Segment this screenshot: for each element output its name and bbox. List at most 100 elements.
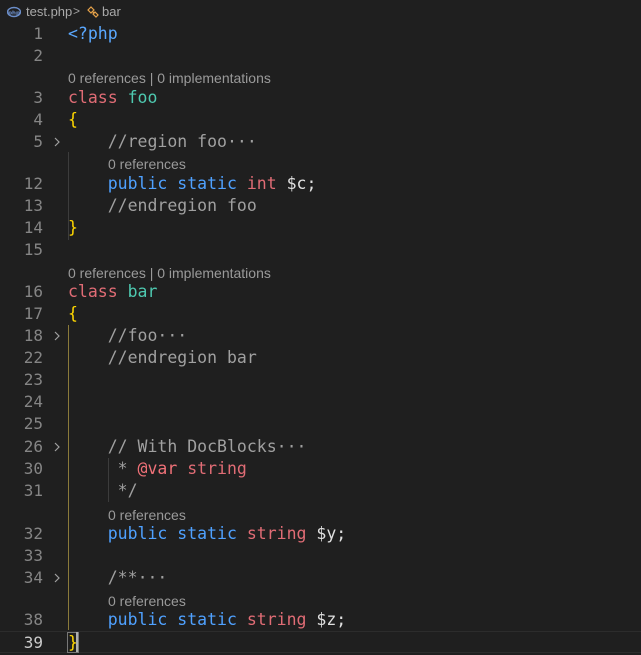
code-token: public — [107, 524, 168, 543]
code-text: class bar — [68, 281, 157, 303]
code-token: class — [68, 282, 118, 301]
code-line[interactable]: 1 <?php — [0, 23, 641, 45]
code-text: //endregion bar — [68, 347, 257, 369]
code-token: static — [177, 610, 237, 629]
code-line[interactable]: 25 — [0, 413, 641, 435]
code-editor[interactable]: 0 references | 0 implementations 0 refer… — [0, 0, 641, 655]
code-token: class — [68, 88, 118, 107]
code-line[interactable]: 17 { — [0, 303, 641, 325]
code-token: //foo — [107, 326, 158, 345]
code-token: foo — [127, 88, 158, 107]
code-token: */ — [117, 481, 138, 500]
code-line[interactable]: 24 — [0, 391, 641, 413]
code-line[interactable]: 12 public static int $c; — [0, 173, 641, 195]
code-token: <?php — [68, 24, 118, 43]
codelens-prop-y[interactable]: 0 references — [108, 507, 186, 523]
code-token: ··· — [157, 326, 188, 345]
code-text: //foo··· — [68, 325, 187, 347]
code-token: int — [246, 174, 277, 193]
codelens-prop-c[interactable]: 0 references — [108, 156, 186, 172]
line-number: 32 — [23, 524, 43, 543]
fold-chevron-icon[interactable] — [53, 442, 61, 452]
codelens-class-bar[interactable]: 0 references | 0 implementations — [68, 265, 271, 281]
code-line[interactable]: 26 // With DocBlocks··· — [0, 436, 641, 458]
code-token: ··· — [137, 568, 168, 587]
line-number: 25 — [23, 414, 43, 433]
code-token: { — [68, 304, 78, 323]
line-number: 15 — [23, 240, 43, 259]
code-token: ··· — [226, 132, 257, 151]
code-token: //endregion foo — [107, 196, 257, 215]
code-token: //region foo — [107, 132, 227, 151]
code-text: { — [68, 109, 78, 131]
code-line[interactable]: 31 */ — [0, 480, 641, 502]
code-line[interactable]: 38 public static string $z; — [0, 609, 641, 631]
line-number: 2 — [33, 46, 43, 65]
line-number: 39 — [23, 633, 43, 652]
code-line[interactable]: 4{ — [0, 109, 641, 131]
codelens-prop-z[interactable]: 0 references — [108, 593, 186, 609]
code-text: public static string $z; — [68, 609, 346, 631]
code-token: public — [107, 610, 168, 629]
code-line[interactable]: 16 class bar — [0, 281, 641, 303]
code-line[interactable]: 13 //endregion foo — [0, 195, 641, 217]
code-line[interactable]: 30 * @var string — [0, 458, 641, 480]
line-number: 3 — [33, 88, 43, 107]
line-number: 13 — [23, 196, 43, 215]
code-token: * — [117, 459, 138, 478]
line-number: 12 — [23, 174, 43, 193]
code-line[interactable]: 2 — [0, 45, 641, 67]
code-token: static — [177, 174, 237, 193]
code-line[interactable]: 3 class foo — [0, 87, 641, 109]
code-token: string — [246, 610, 307, 629]
code-line[interactable]: 14} — [0, 217, 641, 239]
line-number: 30 — [23, 459, 43, 478]
code-line[interactable]: 15 — [0, 239, 641, 261]
code-line[interactable]: 39} — [0, 631, 641, 653]
code-token: public — [107, 174, 168, 193]
code-line[interactable]: 18 //foo··· — [0, 325, 641, 347]
code-line[interactable]: 33 — [0, 545, 641, 567]
line-number: 16 — [23, 282, 43, 301]
code-line[interactable]: 34 /**··· — [0, 567, 641, 589]
fold-chevron-icon[interactable] — [53, 573, 61, 583]
code-line[interactable]: 32 public static string $y; — [0, 523, 641, 545]
line-number: 17 — [23, 304, 43, 323]
code-token: // With DocBlocks — [107, 437, 277, 456]
line-number: 38 — [23, 610, 43, 629]
code-line[interactable]: 5 //region foo··· — [0, 131, 641, 153]
line-number: 5 — [33, 132, 43, 151]
code-text: /**··· — [68, 567, 168, 589]
code-line[interactable]: 22 //endregion bar — [0, 347, 641, 369]
line-number: 1 — [33, 24, 43, 43]
codelens-class-foo[interactable]: 0 references | 0 implementations — [68, 70, 271, 86]
code-token: string — [187, 459, 247, 478]
code-token: { — [68, 110, 78, 129]
line-number: 31 — [23, 481, 43, 500]
fold-chevron-icon[interactable] — [53, 331, 61, 341]
code-token: $c; — [286, 174, 317, 193]
code-text: } — [68, 217, 78, 239]
code-text: <?php — [68, 23, 118, 45]
code-token: ··· — [276, 437, 307, 456]
code-line[interactable]: 23 — [0, 369, 641, 391]
fold-chevron-icon[interactable] — [53, 137, 61, 147]
line-number: 23 — [23, 370, 43, 389]
code-text: class foo — [68, 87, 157, 109]
code-token: } — [68, 218, 78, 237]
